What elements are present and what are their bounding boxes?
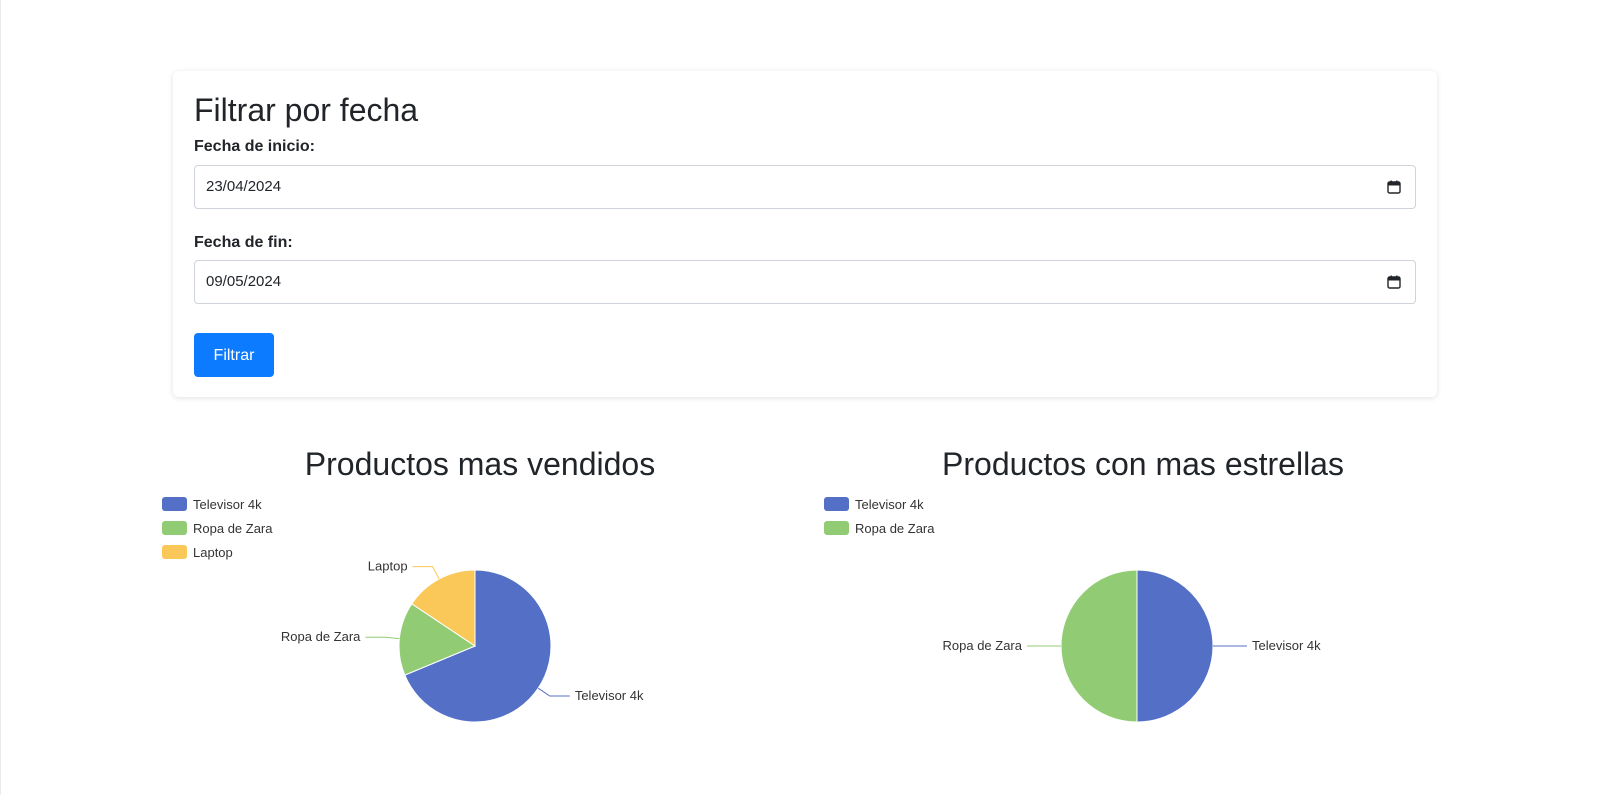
pie-slice-ropa-de-zara [1060,569,1138,723]
leader-line-ropa-de-zara [365,636,400,640]
legend-swatch-televisor-4k [162,497,187,511]
slice-label-laptop: Laptop [368,559,408,574]
leader-line-televisor-4k [537,687,570,697]
legend-swatch-ropa-de-zara [824,521,849,535]
legend-swatch-laptop [162,545,187,559]
slice-label-televisor-4k: Televisor 4k [1252,638,1321,653]
legend-label-televisor-4k: Televisor 4k [855,497,924,512]
slice-label-televisor-4k: Televisor 4k [575,688,644,703]
leader-line-laptop [412,566,440,580]
pie-slice-televisor-4k [1136,569,1214,723]
legend-swatch-ropa-de-zara [162,521,187,535]
slice-label-ropa-de-zara: Ropa de Zara [943,638,1023,653]
pie-charts: Televisor 4k Ropa de Zara Laptop Televisor … [162,497,1321,723]
slice-label-ropa-de-zara: Ropa de Zara [281,629,361,644]
legend-swatch-televisor-4k [824,497,849,511]
legend-label-ropa-de-zara: Ropa de Zara [193,521,273,536]
legend-label-laptop: Laptop [193,545,233,560]
legend-label-televisor-4k: Televisor 4k [193,497,262,512]
legend-label-ropa-de-zara: Ropa de Zara [855,521,935,536]
